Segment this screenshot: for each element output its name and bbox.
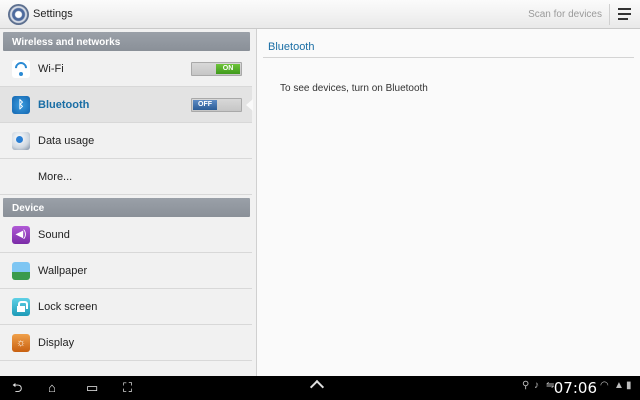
list-item-label: Sound: [38, 229, 70, 241]
recent-apps-icon[interactable]: ▭: [86, 380, 98, 396]
section-header-wireless: Wireless and networks: [3, 32, 250, 51]
lock-icon: [12, 298, 30, 316]
list-item-bluetooth[interactable]: ᛒ Bluetooth OFF: [0, 87, 253, 123]
bluetooth-hint: To see devices, turn on Bluetooth: [280, 83, 428, 94]
list-item-display[interactable]: ☼ Display: [0, 325, 252, 361]
music-icon: ♪: [534, 380, 539, 391]
section-header-device: Device: [3, 198, 250, 217]
detail-title: Bluetooth: [268, 41, 315, 53]
sound-icon: ◀): [12, 226, 30, 244]
list-item-wifi[interactable]: Wi-Fi ON: [0, 51, 252, 87]
list-item-more[interactable]: More...: [0, 159, 252, 195]
back-icon[interactable]: ⮌: [12, 380, 22, 396]
clock: 07:06: [553, 379, 597, 397]
display-icon: ☼: [12, 334, 30, 352]
bluetooth-toggle[interactable]: OFF: [191, 98, 242, 112]
list-item-lock-screen[interactable]: Lock screen: [0, 289, 252, 325]
bluetooth-icon: ᛒ: [12, 96, 30, 114]
list-item-label: Data usage: [38, 135, 95, 147]
list-item-partial[interactable]: [0, 361, 252, 376]
list-item-label: More...: [38, 171, 73, 183]
list-item-label: Lock screen: [38, 301, 98, 313]
settings-list: Wireless and networks Wi-Fi ON ᛒ Bluetoo…: [0, 29, 256, 376]
toggle-state: ON: [216, 64, 240, 74]
list-item-label: Bluetooth: [38, 99, 90, 111]
overflow-menu-icon[interactable]: [618, 8, 631, 20]
wifi-icon: [12, 59, 30, 78]
app-title: Settings: [33, 8, 73, 20]
list-item-label: Display: [38, 337, 75, 349]
list-item-label: Wallpaper: [38, 265, 88, 277]
list-item-label: Wi-Fi: [38, 63, 64, 75]
signal-icon: ▲: [614, 380, 624, 391]
chevron-up-icon[interactable]: [309, 379, 325, 395]
toggle-state: OFF: [193, 100, 217, 110]
home-icon[interactable]: ⌂: [48, 380, 56, 396]
settings-icon[interactable]: [8, 4, 29, 25]
battery-icon: ▮: [626, 380, 632, 391]
list-item-sound[interactable]: ◀) Sound: [0, 217, 252, 253]
data-usage-icon: [12, 132, 30, 150]
screenshot-icon[interactable]: ⛶: [123, 380, 132, 396]
wifi-toggle[interactable]: ON: [191, 62, 242, 76]
selection-pointer: [246, 99, 253, 111]
divider: [263, 57, 634, 58]
navigation-bar: ⮌ ⌂ ▭ ⛶ ⚲ ♪ ⇋ 07:06 ◠ ▲ ▮: [0, 376, 640, 400]
wifi-signal-icon: ◠: [600, 380, 609, 391]
usb-icon: ⚲: [522, 380, 530, 391]
divider: [609, 4, 610, 25]
scan-for-devices-button[interactable]: Scan for devices: [528, 9, 602, 20]
list-item-data-usage[interactable]: Data usage: [0, 123, 252, 159]
detail-pane: Bluetooth To see devices, turn on Blueto…: [256, 29, 640, 376]
wallpaper-icon: [12, 262, 30, 280]
list-item-wallpaper[interactable]: Wallpaper: [0, 253, 252, 289]
action-bar: Settings Scan for devices: [0, 0, 640, 29]
